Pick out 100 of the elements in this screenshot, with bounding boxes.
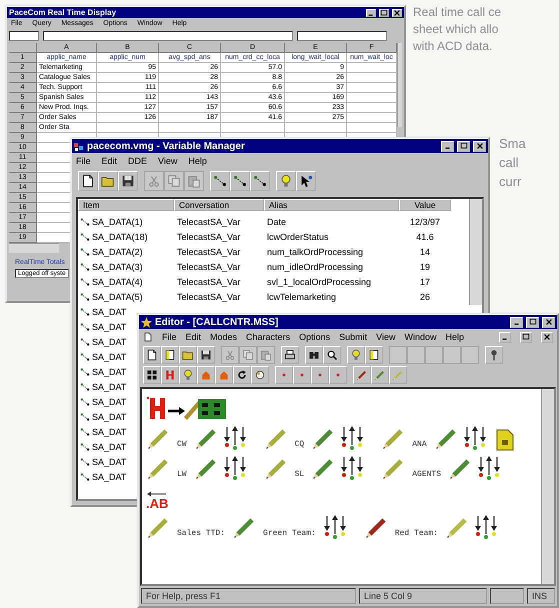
- table-cell-text: 41.6: [415, 230, 435, 244]
- window-title: Editor - [CALLCNTR.MSS]: [155, 316, 280, 328]
- item-name[interactable]: SA_DAT: [92, 336, 126, 346]
- vertical-scrollbar[interactable]: [397, 43, 402, 127]
- item-name[interactable]: SA_DAT: [92, 366, 126, 376]
- item-name[interactable]: SA_DAT: [92, 472, 126, 482]
- connector-icon: [80, 262, 90, 272]
- bulb-icon: [182, 369, 194, 381]
- document-icon: [496, 429, 514, 451]
- name-box[interactable]: [9, 31, 39, 41]
- table-cell-text: lcwOrderStatus: [266, 230, 330, 244]
- menu-item[interactable]: Modes: [210, 332, 238, 342]
- item-name[interactable]: SA_DATA(2): [92, 246, 143, 256]
- table-cell-text: 19: [418, 260, 431, 274]
- scissors-icon: [147, 174, 161, 188]
- table-cell-text: num_talkOrdProcessing: [266, 246, 364, 259]
- table-cell-text: TelecastSA_Var: [176, 216, 242, 229]
- close-button[interactable]: [542, 316, 555, 328]
- item-name[interactable]: SA_DAT: [92, 306, 126, 316]
- canvas-label: SL: [294, 470, 304, 479]
- menu-item[interactable]: File: [162, 332, 177, 342]
- formula-field[interactable]: [43, 31, 293, 41]
- table-cell-text: lcwTelemarketing: [266, 290, 338, 304]
- item-name[interactable]: SA_DATA(1): [92, 216, 143, 226]
- item-name[interactable]: SA_DAT: [92, 322, 126, 332]
- column-header[interactable]: Value: [399, 199, 451, 211]
- item-name[interactable]: SA_DAT: [92, 426, 126, 436]
- menu-item[interactable]: Help: [188, 156, 207, 166]
- item-name[interactable]: SA_DAT: [92, 442, 126, 452]
- scissors-icon: [224, 349, 236, 361]
- menu-item[interactable]: Edit: [186, 332, 202, 342]
- restore-button[interactable]: [520, 332, 532, 342]
- minimize-button[interactable]: [499, 332, 511, 342]
- menu-item[interactable]: Options: [299, 332, 330, 342]
- vertical-scrollbar[interactable]: [541, 389, 554, 584]
- arrows-icon: [477, 455, 502, 481]
- table-cell-text: svl_1_localOrdProcessing: [266, 276, 372, 289]
- close-button[interactable]: [473, 140, 486, 152]
- canvas-label: CQ: [294, 440, 304, 449]
- item-name[interactable]: SA_DATA(5): [92, 292, 143, 302]
- house-icon: [218, 369, 230, 381]
- menu-item[interactable]: Characters: [246, 332, 290, 342]
- canvas-label: ANA: [412, 440, 427, 449]
- printer-icon: [284, 349, 296, 361]
- maximize-button[interactable]: [379, 8, 389, 16]
- empty-cell: [221, 123, 285, 133]
- close-icon: [543, 333, 551, 341]
- connector-icon: [80, 442, 90, 452]
- connector-icon: [80, 276, 90, 286]
- item-name[interactable]: SA_DATA(18): [92, 232, 148, 242]
- item-name[interactable]: SA_DATA(4): [92, 276, 143, 286]
- minimize-button[interactable]: [510, 316, 523, 328]
- menu-item[interactable]: View: [158, 156, 178, 166]
- copy-icon: [242, 349, 254, 361]
- item-name[interactable]: SA_DAT: [92, 352, 126, 362]
- item-name[interactable]: SA_DAT: [92, 412, 126, 422]
- empty-cell: [159, 123, 221, 133]
- connector-icon: [80, 292, 90, 302]
- close-icon: [544, 318, 552, 326]
- refresh-icon: [236, 369, 248, 381]
- arrows-icon: [462, 425, 487, 451]
- column-header[interactable]: Conversation: [174, 199, 264, 211]
- column-header[interactable]: Item: [78, 199, 174, 211]
- item-name[interactable]: SA_DATA(3): [92, 262, 143, 272]
- connector-icon: [80, 246, 90, 256]
- arrows-icon: [222, 425, 247, 451]
- arrows-icon: [322, 514, 347, 540]
- minimize-button[interactable]: [366, 8, 376, 16]
- item-name[interactable]: SA_DAT: [92, 396, 126, 406]
- arrows-icon: [340, 425, 364, 451]
- item-name[interactable]: SA_DAT: [92, 382, 126, 392]
- column-header[interactable]: Alias: [264, 199, 399, 211]
- canvas-label: CW: [177, 440, 187, 449]
- status-text: INS: [527, 588, 555, 604]
- connector-icon: [80, 322, 90, 332]
- binoculars-icon: [308, 349, 320, 361]
- menu-item[interactable]: File: [76, 156, 91, 166]
- menu-item[interactable]: Window: [404, 332, 436, 342]
- menu-item[interactable]: DDE: [128, 156, 148, 166]
- horizontal-scrollbar[interactable]: [9, 243, 59, 253]
- maximize-icon: [460, 142, 468, 150]
- close-button[interactable]: [541, 332, 553, 342]
- menu-item[interactable]: Submit: [339, 332, 368, 342]
- menu-item[interactable]: Edit: [102, 156, 118, 166]
- menu-item[interactable]: View: [376, 332, 396, 342]
- minimize-button[interactable]: [441, 140, 454, 152]
- arrows-icon: [340, 455, 364, 481]
- clipboard-icon: [187, 174, 201, 188]
- table-cell-text: Date: [266, 216, 288, 228]
- menu-item[interactable]: Help: [445, 332, 464, 342]
- pointer-icon: [299, 174, 313, 188]
- close-button[interactable]: [392, 8, 402, 16]
- item-name[interactable]: SA_DAT: [92, 456, 126, 466]
- table-cell-text: num_idleOrdProcessing: [266, 260, 364, 274]
- copy-icon: [167, 174, 181, 188]
- arrows-icon: [474, 514, 498, 540]
- vertical-scrollbar[interactable]: [469, 199, 482, 305]
- connector-icon: [80, 336, 90, 346]
- connector-icon: [213, 174, 227, 188]
- table-cell-text: TelecastSA_Var: [176, 246, 242, 259]
